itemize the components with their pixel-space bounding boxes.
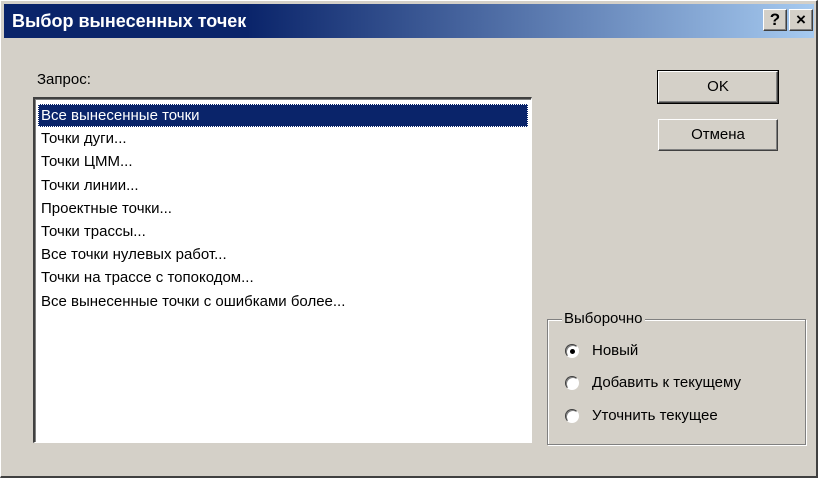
selection-mode-group: Выборочно Новый Добавить к текущему Уточ… (547, 310, 806, 445)
query-label: Запрос: (37, 71, 91, 88)
help-icon: ? (769, 10, 781, 29)
list-item-all-staked-points[interactable]: Все вынесенные точки (38, 104, 528, 128)
list-item-alignment-points[interactable]: Точки трассы... (38, 220, 528, 243)
list-item-dtm-points[interactable]: Точки ЦММ... (38, 150, 528, 173)
radio-option-add-label[interactable]: Добавить к текущему (592, 374, 741, 392)
radio-unchecked-icon[interactable] (565, 376, 579, 390)
list-item-design-points[interactable]: Проектные точки... (38, 197, 528, 220)
help-button[interactable]: ? (763, 9, 787, 31)
list-item-arc-points[interactable]: Точки дуги... (38, 127, 528, 150)
radio-checked-icon[interactable] (565, 344, 579, 358)
list-item-line-points[interactable]: Точки линии... (38, 174, 528, 197)
radio-unchecked-icon[interactable] (565, 409, 579, 423)
list-item-alignment-topocode-points[interactable]: Точки на трассе с топокодом... (38, 266, 528, 289)
selection-mode-label: Выборочно (562, 310, 645, 328)
close-icon: × (796, 10, 806, 29)
ok-button[interactable]: OK (657, 70, 779, 104)
close-button[interactable]: × (789, 9, 813, 31)
select-staked-points-dialog: Выбор вынесенных точек ? × Запрос: Все в… (0, 0, 818, 478)
radio-option-new-label[interactable]: Новый (592, 342, 638, 360)
cancel-button[interactable]: Отмена (658, 119, 778, 151)
radio-option-refine-label[interactable]: Уточнить текущее (592, 407, 718, 425)
list-item-error-points[interactable]: Все вынесенные точки с ошибками более... (38, 290, 528, 313)
title-bar[interactable]: Выбор вынесенных точек ? × (4, 4, 814, 38)
list-item-zero-work-points[interactable]: Все точки нулевых работ... (38, 243, 528, 266)
window-title: Выбор вынесенных точек (12, 11, 247, 31)
query-listbox[interactable]: Все вынесенные точки Точки дуги... Точки… (33, 97, 532, 443)
